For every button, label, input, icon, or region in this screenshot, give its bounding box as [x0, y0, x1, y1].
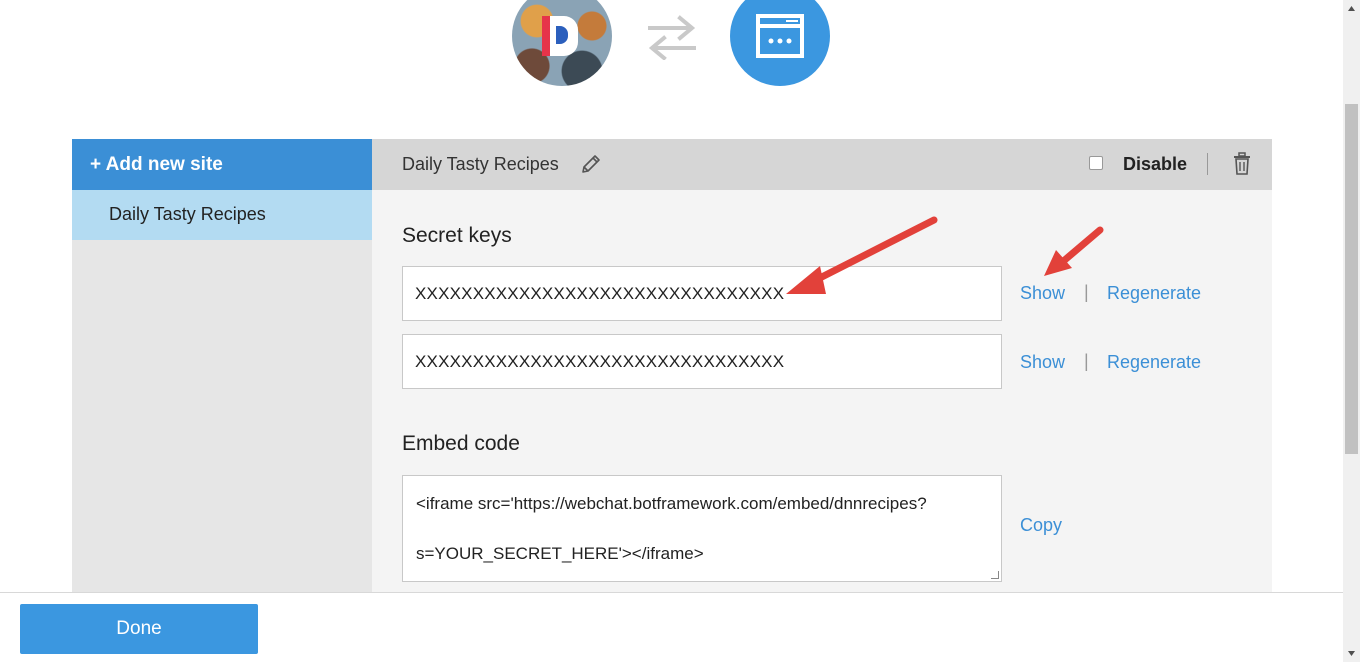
- dialog-footer: Done: [0, 592, 1343, 662]
- disable-label: Disable: [1123, 154, 1188, 174]
- link-separator: |: [1084, 351, 1089, 371]
- sites-sidebar: + Add new site Daily Tasty Recipes: [72, 139, 372, 599]
- done-button[interactable]: Done: [20, 604, 258, 654]
- embed-code-line-1: <iframe src='https://webchat.botframewor…: [416, 494, 927, 513]
- swap-arrows-icon: [648, 15, 696, 60]
- regenerate-key-1-link[interactable]: Regenerate: [1107, 283, 1201, 304]
- embed-code-heading: Embed code: [402, 432, 520, 455]
- disable-checkbox[interactable]: [1089, 156, 1103, 170]
- bot-avatar-icon: [512, 0, 612, 86]
- site-title: Daily Tasty Recipes: [402, 154, 559, 174]
- webchat-window-icon: [730, 0, 830, 86]
- sites-panel: + Add new site Daily Tasty Recipes Daily…: [72, 139, 1272, 599]
- scroll-down-arrow-icon[interactable]: [1343, 645, 1360, 662]
- header-divider: [1207, 153, 1208, 175]
- link-separator: |: [1084, 282, 1089, 302]
- secret-key-2-field[interactable]: XXXXXXXXXXXXXXXXXXXXXXXXXXXXXXXX: [402, 334, 1002, 389]
- regenerate-key-2-link[interactable]: Regenerate: [1107, 352, 1201, 373]
- site-settings: Daily Tasty Recipes Disable Secret keys …: [372, 139, 1272, 599]
- embed-code-textarea[interactable]: <iframe src='https://webchat.botframewor…: [402, 475, 1002, 582]
- show-key-1-link[interactable]: Show: [1020, 283, 1065, 304]
- secret-key-1-field[interactable]: XXXXXXXXXXXXXXXXXXXXXXXXXXXXXXXX: [402, 266, 1002, 321]
- scroll-up-arrow-icon[interactable]: [1343, 0, 1360, 17]
- secret-keys-heading: Secret keys: [402, 224, 512, 247]
- add-new-site-button[interactable]: + Add new site: [72, 139, 372, 190]
- resize-grip-icon[interactable]: [991, 571, 999, 579]
- scrollbar-thumb[interactable]: [1345, 104, 1358, 454]
- copy-embed-link[interactable]: Copy: [1020, 515, 1062, 536]
- sidebar-item-daily-tasty-recipes[interactable]: Daily Tasty Recipes: [72, 190, 372, 240]
- site-header: Daily Tasty Recipes Disable: [372, 139, 1272, 190]
- channel-connection-header: [0, 0, 1343, 100]
- show-key-2-link[interactable]: Show: [1020, 352, 1065, 373]
- pencil-edit-icon[interactable]: [580, 153, 602, 175]
- vertical-scrollbar[interactable]: [1343, 0, 1360, 662]
- trash-delete-icon[interactable]: [1230, 152, 1254, 176]
- embed-code-line-2: s=YOUR_SECRET_HERE'></iframe>: [416, 544, 704, 563]
- bot-logo: [542, 16, 578, 56]
